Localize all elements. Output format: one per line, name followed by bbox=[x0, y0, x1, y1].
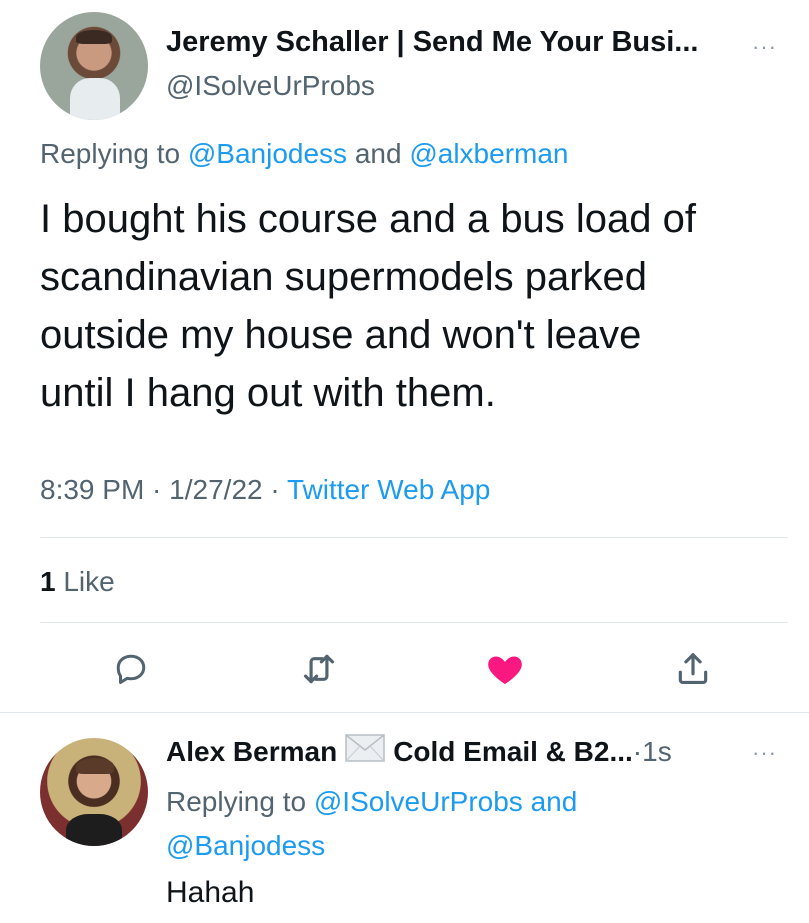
mention-alxberman[interactable]: @alxberman bbox=[409, 138, 568, 169]
divider bbox=[0, 712, 809, 713]
more-options-icon[interactable]: ··· bbox=[752, 36, 777, 58]
author-handle[interactable]: @ISolveUrProbs bbox=[166, 70, 375, 102]
tweet-time[interactable]: 8:39 PM bbox=[40, 474, 144, 505]
divider bbox=[40, 537, 788, 538]
likes-stat[interactable]: 1 Like bbox=[40, 566, 115, 598]
mention-isolveurprobs[interactable]: @ISolveUrProbs bbox=[314, 786, 523, 817]
tweet-source-link[interactable]: Twitter Web App bbox=[287, 474, 490, 505]
replying-to-label: Replying to bbox=[40, 138, 188, 169]
reply-replying-label: Replying to bbox=[166, 786, 314, 817]
tweet-text: I bought his course and a bus load of sc… bbox=[40, 190, 696, 422]
meta-separator: · bbox=[262, 474, 287, 505]
divider bbox=[40, 622, 788, 623]
retweet-icon bbox=[303, 654, 335, 684]
reply-replying-line: @Banjodess bbox=[166, 824, 766, 868]
reply-author-line: Alex Berman Cold Email & B2... · 1s bbox=[166, 734, 672, 769]
reply-author-name[interactable]: Alex Berman bbox=[166, 736, 337, 768]
reply-replying-to: Replying to @ISolveUrProbs and @Banjodes… bbox=[166, 780, 766, 868]
replying-to-line: Replying to @Banjodess and @alxberman bbox=[40, 138, 569, 170]
reply-replying-and: and bbox=[522, 786, 578, 817]
like-button[interactable] bbox=[480, 644, 530, 694]
reply-more-options-icon[interactable]: ··· bbox=[752, 742, 777, 764]
envelope-icon bbox=[345, 734, 385, 769]
tweet-meta: 8:39 PM · 1/27/22 · Twitter Web App bbox=[40, 474, 490, 506]
author-avatar[interactable] bbox=[40, 12, 148, 120]
reply-text: Hahah bbox=[166, 876, 255, 909]
reply-time[interactable]: 1s bbox=[642, 736, 672, 768]
reply-button[interactable] bbox=[106, 644, 156, 694]
mention-banjodess[interactable]: @Banjodess bbox=[188, 138, 347, 169]
reply-author-avatar[interactable] bbox=[40, 738, 148, 846]
reply-time-separator: · bbox=[632, 735, 643, 767]
reply-replying-line: Replying to @ISolveUrProbs and bbox=[166, 780, 766, 824]
tweet-text-line: until I hang out with them. bbox=[40, 371, 496, 415]
mention-banjodess-reply[interactable]: @Banjodess bbox=[166, 830, 325, 861]
share-icon bbox=[678, 653, 708, 685]
tweet-text-line: I bought his course and a bus load of bbox=[40, 197, 697, 241]
author-name[interactable]: Jeremy Schaller | Send Me Your Busi... bbox=[166, 26, 698, 59]
retweet-button[interactable] bbox=[294, 644, 344, 694]
likes-count: 1 bbox=[40, 566, 56, 597]
heart-icon bbox=[488, 656, 522, 684]
likes-label: Like bbox=[55, 566, 115, 597]
share-button[interactable] bbox=[668, 644, 718, 694]
reply-author-suffix[interactable]: Cold Email & B2... bbox=[393, 736, 633, 768]
tweet-date[interactable]: 1/27/22 bbox=[169, 474, 262, 505]
tweet-text-line: scandinavian supermodels parked bbox=[40, 255, 648, 299]
meta-separator: · bbox=[144, 474, 170, 505]
tweet-text-line: outside my house and won't leave bbox=[40, 313, 642, 357]
reply-icon bbox=[116, 654, 146, 684]
replying-and: and bbox=[347, 138, 410, 169]
